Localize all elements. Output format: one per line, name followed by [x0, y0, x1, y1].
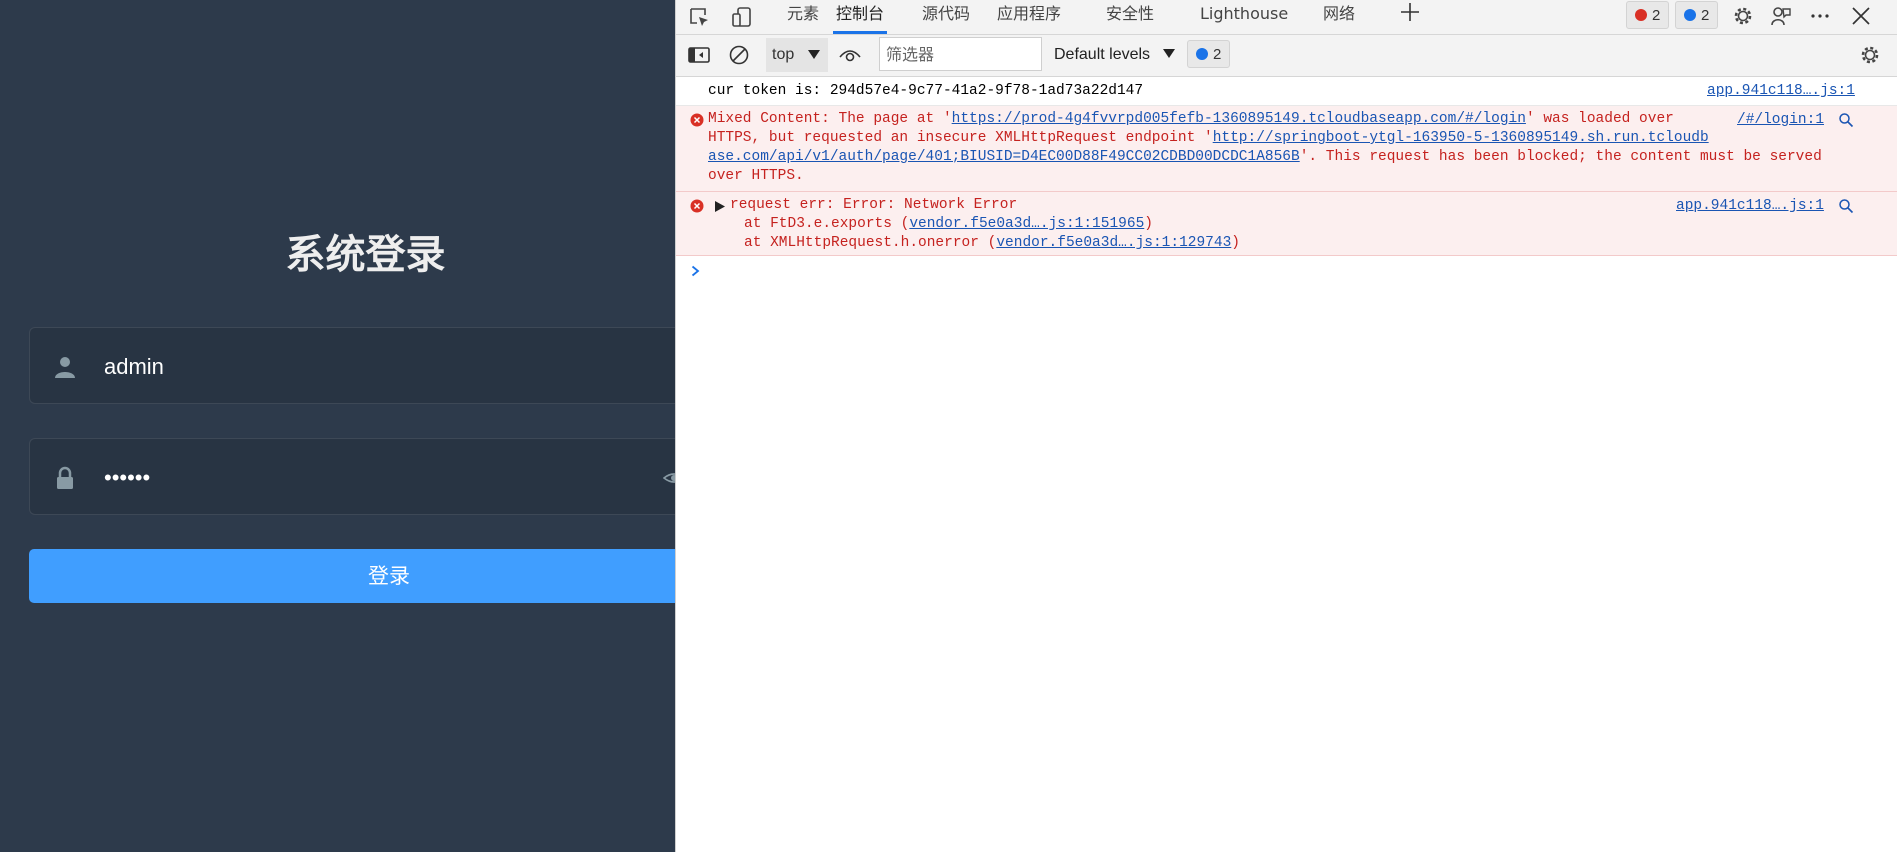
- console-message-error: request err: Error: Network Error at FtD…: [676, 192, 1897, 256]
- source-link[interactable]: app.941c118….js:1: [1676, 198, 1824, 214]
- console-message-error: Mixed Content: The page at 'https://prod…: [676, 106, 1897, 192]
- console-settings-gear-icon[interactable]: [1859, 44, 1881, 66]
- devtools-panel: 元素 控制台 源代码 应用程序 安全性 Lighthouse 网络 2 2 to…: [675, 0, 1897, 852]
- source-link[interactable]: app.941c118….js:1: [1707, 83, 1855, 99]
- console-message-log: cur token is: 294d57e4-9c77-41a2-9f78-1a…: [676, 77, 1897, 106]
- live-expression-eye-icon[interactable]: [839, 44, 861, 66]
- settings-gear-icon[interactable]: [1732, 5, 1754, 27]
- user-icon: [55, 357, 75, 378]
- console-output: cur token is: 294d57e4-9c77-41a2-9f78-1a…: [676, 77, 1897, 852]
- filter-input[interactable]: [879, 37, 1042, 71]
- close-devtools-icon[interactable]: [1850, 5, 1872, 27]
- issues-count-badge[interactable]: 2: [1187, 40, 1231, 68]
- tab-console[interactable]: 控制台: [833, 0, 888, 34]
- search-icon[interactable]: [1838, 112, 1854, 128]
- message-count-badge[interactable]: 2: [1675, 1, 1719, 29]
- page-title: 系统登录: [285, 232, 446, 278]
- password-input[interactable]: ••••••: [104, 439, 150, 516]
- message-icon: [1196, 48, 1208, 60]
- search-icon[interactable]: [1838, 198, 1854, 214]
- eye-icon[interactable]: [663, 467, 675, 489]
- source-link[interactable]: /#/login:1: [1737, 112, 1824, 128]
- stack-source-link[interactable]: vendor.f5e0a3d….js:1:129743: [996, 235, 1231, 251]
- console-prompt[interactable]: [676, 256, 1897, 286]
- sidebar-toggle-icon[interactable]: [688, 44, 710, 66]
- page-url-link[interactable]: https://prod-4g4fvvrpd005fefb-1360895149…: [952, 111, 1526, 127]
- message-icon: [1684, 9, 1696, 21]
- more-options-icon[interactable]: [1809, 5, 1831, 27]
- log-text: cur token is: 294d57e4-9c77-41a2-9f78-1a…: [708, 83, 1144, 99]
- error-icon: [690, 113, 704, 127]
- devtools-tabbar: 元素 控制台 源代码 应用程序 安全性 Lighthouse 网络 2 2: [676, 0, 1897, 35]
- error-count-badge[interactable]: 2: [1626, 1, 1670, 29]
- tab-lighthouse[interactable]: Lighthouse: [1200, 0, 1288, 34]
- clear-console-icon[interactable]: [728, 44, 750, 66]
- endpoint-url-link-cont[interactable]: ase.com/api/v1/auth/page/401;BIUSID=D4EC…: [708, 149, 1300, 165]
- add-tab-icon[interactable]: [1399, 1, 1421, 23]
- tab-security[interactable]: 安全性: [1106, 0, 1154, 34]
- context-selector[interactable]: top: [766, 38, 828, 72]
- chevron-down-icon: [1162, 49, 1175, 58]
- error-icon: [1635, 9, 1647, 21]
- tab-application[interactable]: 应用程序: [997, 0, 1061, 34]
- username-input[interactable]: admin: [104, 328, 164, 405]
- log-levels-dropdown[interactable]: Default levels: [1054, 38, 1175, 72]
- endpoint-url-link[interactable]: http://springboot-ytgl-163950-5-13608951…: [1213, 130, 1709, 146]
- tab-network[interactable]: 网络: [1323, 0, 1355, 34]
- login-button[interactable]: 登录: [29, 549, 675, 603]
- username-field[interactable]: admin: [29, 327, 675, 404]
- error-text: request err: Error: Network Error: [730, 197, 1018, 213]
- prompt-chevron-icon: [691, 265, 700, 277]
- tab-sources[interactable]: 源代码: [922, 0, 970, 34]
- login-page: 系统登录 admin •••••• 登录: [0, 0, 675, 852]
- device-emulation-icon[interactable]: [731, 6, 753, 28]
- error-icon: [690, 199, 704, 213]
- stack-source-link[interactable]: vendor.f5e0a3d….js:1:151965: [909, 216, 1144, 232]
- tab-elements[interactable]: 元素: [787, 0, 819, 34]
- inspect-element-icon[interactable]: [688, 6, 710, 28]
- chevron-down-icon: [808, 50, 820, 59]
- password-field[interactable]: ••••••: [29, 438, 675, 515]
- expand-triangle-icon[interactable]: [715, 201, 725, 212]
- feedback-icon[interactable]: [1770, 5, 1792, 27]
- lock-icon: [57, 466, 73, 489]
- console-toolbar: top Default levels 2: [676, 35, 1897, 77]
